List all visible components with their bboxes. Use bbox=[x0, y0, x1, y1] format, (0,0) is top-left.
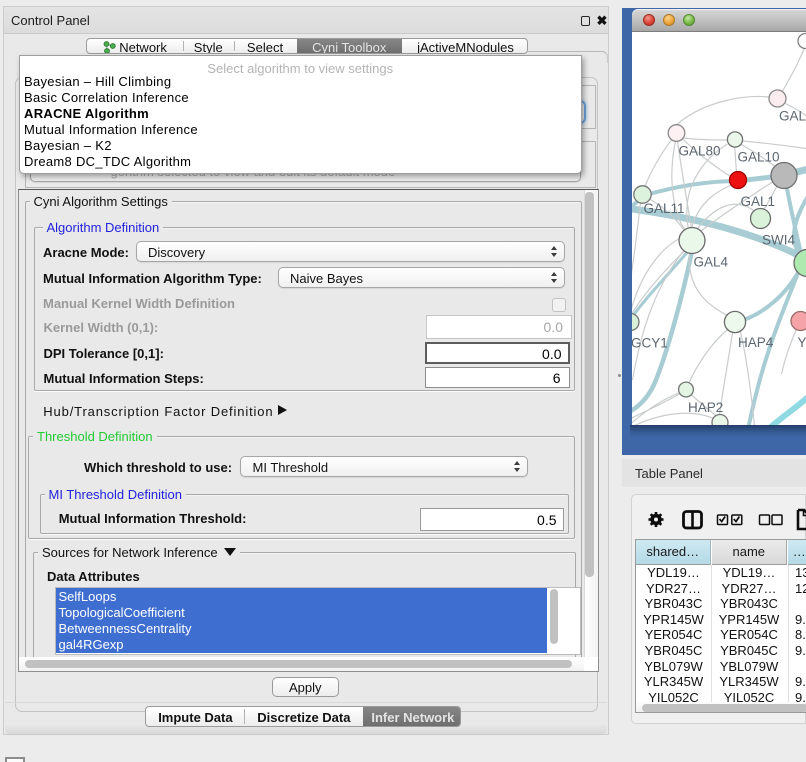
svg-text:SWI4: SWI4 bbox=[762, 233, 795, 248]
svg-text:GAL10: GAL10 bbox=[738, 150, 780, 165]
svg-text:GAL11: GAL11 bbox=[644, 201, 685, 216]
svg-text:YJL: YJL bbox=[798, 335, 806, 350]
svg-text:GAL4: GAL4 bbox=[694, 255, 729, 270]
svg-text:GAL7: GAL7 bbox=[779, 109, 806, 124]
svg-text:GAL1: GAL1 bbox=[741, 194, 776, 209]
svg-text:HAP4: HAP4 bbox=[738, 335, 774, 350]
svg-text:GCY1: GCY1 bbox=[632, 336, 668, 351]
svg-text:HAP2: HAP2 bbox=[688, 400, 723, 415]
svg-text:GAL80: GAL80 bbox=[679, 144, 721, 159]
